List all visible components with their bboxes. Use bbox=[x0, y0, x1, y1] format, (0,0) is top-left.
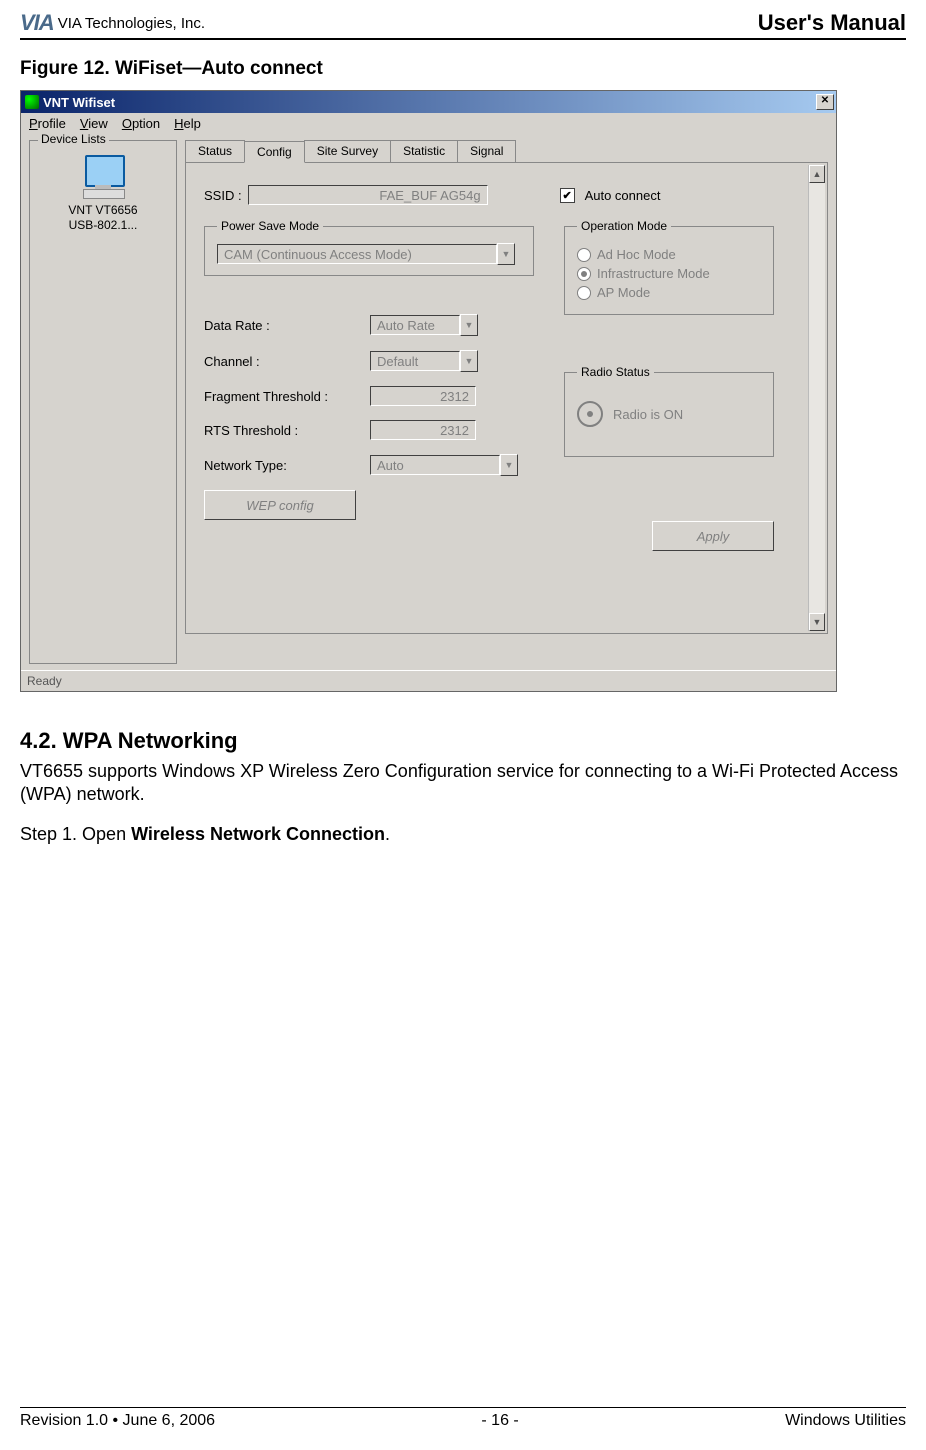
wifiset-window: VNT Wifiset ✕ Profile View Option Help D… bbox=[20, 90, 837, 692]
auto-connect-label: Auto connect bbox=[585, 188, 661, 203]
footer-right: Windows Utilities bbox=[785, 1412, 906, 1430]
menubar: Profile View Option Help bbox=[21, 113, 836, 134]
titlebar: VNT Wifiset ✕ bbox=[21, 91, 836, 113]
network-type-select[interactable]: Auto bbox=[370, 455, 500, 475]
vertical-scrollbar[interactable]: ▲ ▼ bbox=[808, 165, 825, 631]
footer-center: - 16 - bbox=[481, 1412, 518, 1430]
section-paragraph-1: VT6655 supports Windows XP Wireless Zero… bbox=[20, 760, 906, 807]
apply-button[interactable]: Apply bbox=[652, 521, 774, 551]
rts-field[interactable]: 2312 bbox=[370, 420, 476, 440]
close-button[interactable]: ✕ bbox=[816, 94, 834, 110]
device-item[interactable]: VNT VT6656 USB-802.1... bbox=[38, 155, 168, 233]
scroll-down-arrow[interactable]: ▼ bbox=[809, 613, 825, 631]
infrastructure-radio[interactable]: Infrastructure Mode bbox=[577, 266, 761, 281]
device-lists-group: Device Lists VNT VT6656 USB-802.1... bbox=[29, 140, 177, 664]
radio-status-text: Radio is ON bbox=[613, 407, 683, 422]
network-type-label: Network Type: bbox=[204, 458, 364, 473]
section-heading: 4.2. WPA Networking bbox=[20, 728, 906, 754]
section-paragraph-2: Step 1. Open Wireless Network Connection… bbox=[20, 823, 906, 846]
operation-mode-legend: Operation Mode bbox=[577, 219, 671, 233]
chevron-down-icon[interactable]: ▼ bbox=[497, 243, 515, 265]
device-name-line2: USB-802.1... bbox=[38, 218, 168, 233]
wep-config-button[interactable]: WEP config bbox=[204, 490, 356, 520]
device-name-line1: VNT VT6656 bbox=[38, 203, 168, 218]
frag-field[interactable]: 2312 bbox=[370, 386, 476, 406]
ap-mode-radio[interactable]: AP Mode bbox=[577, 285, 761, 300]
tab-row: Status Config Site Survey Statistic Sign… bbox=[185, 140, 828, 163]
chevron-down-icon[interactable]: ▼ bbox=[460, 314, 478, 336]
menu-view[interactable]: View bbox=[80, 116, 108, 131]
chevron-down-icon[interactable]: ▼ bbox=[500, 454, 518, 476]
window-title: VNT Wifiset bbox=[43, 95, 115, 110]
channel-label: Channel : bbox=[204, 354, 364, 369]
radio-status-group: Radio Status Radio is ON bbox=[564, 365, 774, 457]
manual-title: User's Manual bbox=[758, 10, 906, 36]
power-save-select[interactable]: CAM (Continuous Access Mode) bbox=[217, 244, 497, 264]
power-save-legend: Power Save Mode bbox=[217, 219, 323, 233]
figure-title: Figure 12. WiFiset—Auto connect bbox=[20, 58, 906, 80]
rts-label: RTS Threshold : bbox=[204, 423, 364, 438]
via-logo: VIA bbox=[20, 10, 54, 36]
logo-block: VIA VIA Technologies, Inc. bbox=[20, 10, 205, 36]
tab-signal[interactable]: Signal bbox=[457, 140, 516, 162]
tab-statistic[interactable]: Statistic bbox=[390, 140, 458, 162]
ssid-field[interactable]: FAE_BUF AG54g bbox=[248, 185, 488, 205]
config-tab-body: ▲ ▼ SSID : FAE_BUF AG54g ✔ Auto connect bbox=[185, 163, 828, 634]
menu-profile[interactable]: Profile bbox=[29, 116, 66, 131]
power-save-group: Power Save Mode CAM (Continuous Access M… bbox=[204, 219, 534, 276]
computer-icon bbox=[79, 155, 127, 199]
menu-help[interactable]: Help bbox=[174, 116, 201, 131]
tab-status[interactable]: Status bbox=[185, 140, 245, 162]
ssid-label: SSID : bbox=[204, 188, 242, 203]
device-lists-label: Device Lists bbox=[38, 132, 109, 146]
chevron-down-icon[interactable]: ▼ bbox=[460, 350, 478, 372]
data-rate-label: Data Rate : bbox=[204, 318, 364, 333]
radio-status-legend: Radio Status bbox=[577, 365, 654, 379]
tab-site-survey[interactable]: Site Survey bbox=[304, 140, 391, 162]
operation-mode-group: Operation Mode Ad Hoc Mode Infrastructur… bbox=[564, 219, 774, 315]
auto-connect-checkbox[interactable]: ✔ bbox=[560, 188, 575, 203]
channel-select[interactable]: Default bbox=[370, 351, 460, 371]
footer-left: Revision 1.0 • June 6, 2006 bbox=[20, 1412, 215, 1430]
page-header: VIA VIA Technologies, Inc. User's Manual bbox=[20, 10, 906, 40]
page-footer: Revision 1.0 • June 6, 2006 - 16 - Windo… bbox=[20, 1407, 906, 1430]
scroll-up-arrow[interactable]: ▲ bbox=[809, 165, 825, 183]
menu-option[interactable]: Option bbox=[122, 116, 160, 131]
radio-on-icon bbox=[577, 401, 603, 427]
adhoc-radio[interactable]: Ad Hoc Mode bbox=[577, 247, 761, 262]
data-rate-select[interactable]: Auto Rate bbox=[370, 315, 460, 335]
status-text: Ready bbox=[27, 674, 62, 688]
statusbar: Ready bbox=[21, 670, 836, 691]
tab-config[interactable]: Config bbox=[244, 141, 305, 163]
frag-label: Fragment Threshold : bbox=[204, 389, 364, 404]
company-name: VIA Technologies, Inc. bbox=[58, 15, 205, 32]
app-icon bbox=[25, 95, 39, 109]
